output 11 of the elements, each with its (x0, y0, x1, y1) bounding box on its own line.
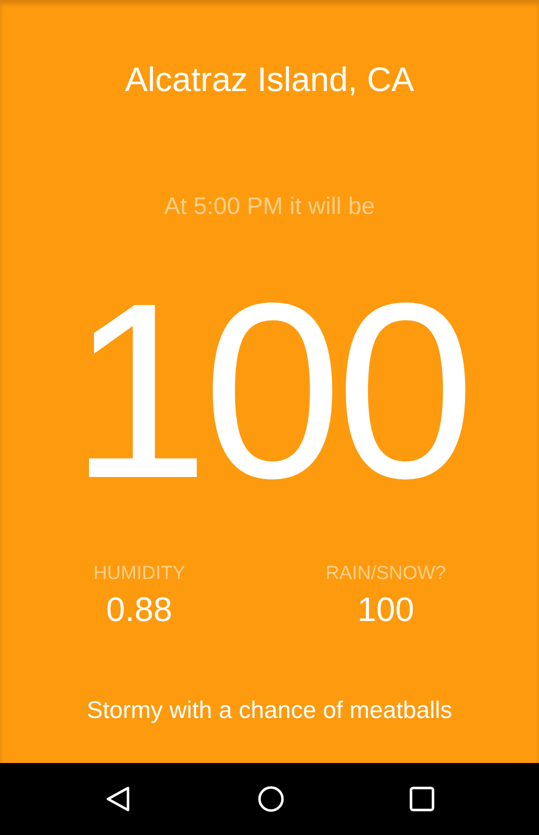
location-title: Alcatraz Island, CA (124, 60, 414, 101)
home-icon[interactable] (256, 785, 284, 813)
weather-summary: Stormy with a chance of meatballs (86, 696, 452, 726)
stat-label: RAIN/SNOW? (326, 562, 446, 586)
stat-value: 0.88 (106, 590, 172, 630)
recent-apps-icon[interactable] (409, 786, 435, 812)
back-icon[interactable] (104, 785, 132, 813)
stat-label: HUMIDITY (93, 562, 186, 586)
stat-value: 100 (357, 590, 414, 630)
forecast-time-text: At 5:00 PM it will be (164, 192, 375, 222)
temperature-value: 100 (70, 266, 470, 516)
